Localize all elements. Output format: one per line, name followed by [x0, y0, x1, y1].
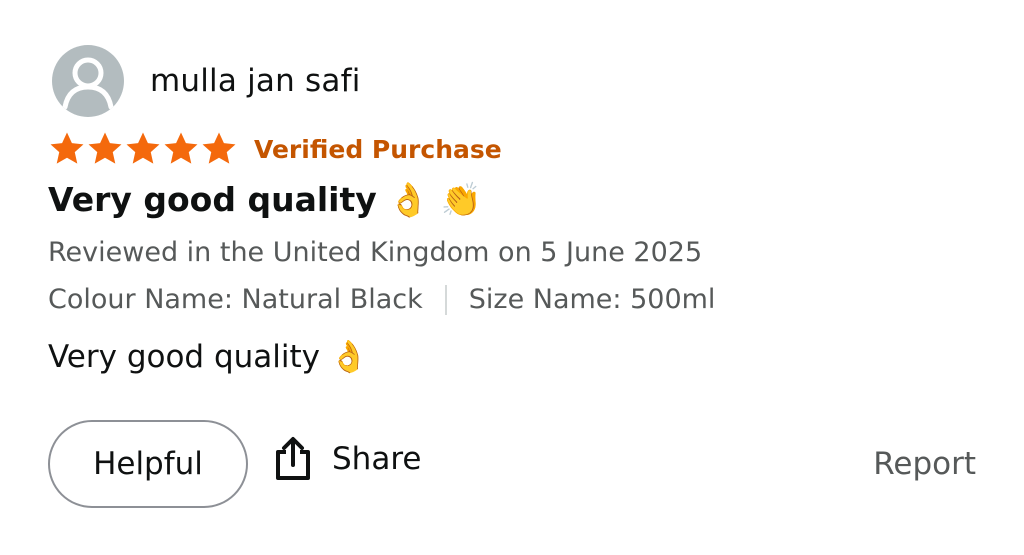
star-icon	[50, 132, 84, 164]
product-variant: Colour Name: Natural Black Size Name: 50…	[48, 284, 715, 315]
verified-purchase-badge: Verified Purchase	[254, 134, 502, 164]
review-card: mulla jan safi Verified Purchase Very go…	[0, 0, 1024, 555]
share-upload-icon	[276, 437, 310, 480]
variant-size: Size Name: 500ml	[468, 284, 716, 315]
star-icon	[88, 132, 122, 164]
rating-row: Verified Purchase	[48, 130, 502, 168]
avatar	[52, 45, 124, 117]
star-rating	[48, 130, 238, 168]
star-icon	[202, 132, 236, 164]
share-button[interactable]: Share	[272, 436, 421, 482]
share-label: Share	[332, 441, 422, 477]
person-silhouette-icon	[62, 57, 114, 110]
reviewer-name[interactable]: mulla jan safi	[150, 63, 361, 99]
report-link[interactable]: Report	[873, 446, 976, 482]
helpful-button[interactable]: Helpful	[48, 420, 248, 508]
review-title: Very good quality 👌 👏	[48, 180, 482, 219]
variant-colour: Colour Name: Natural Black	[48, 284, 423, 315]
star-icon	[126, 132, 160, 164]
review-date: Reviewed in the United Kingdom on 5 June…	[48, 237, 703, 268]
variant-divider	[444, 284, 447, 315]
reviewer-profile[interactable]: mulla jan safi	[52, 45, 361, 117]
review-body: Very good quality 👌	[48, 339, 369, 375]
star-icon	[164, 132, 198, 164]
